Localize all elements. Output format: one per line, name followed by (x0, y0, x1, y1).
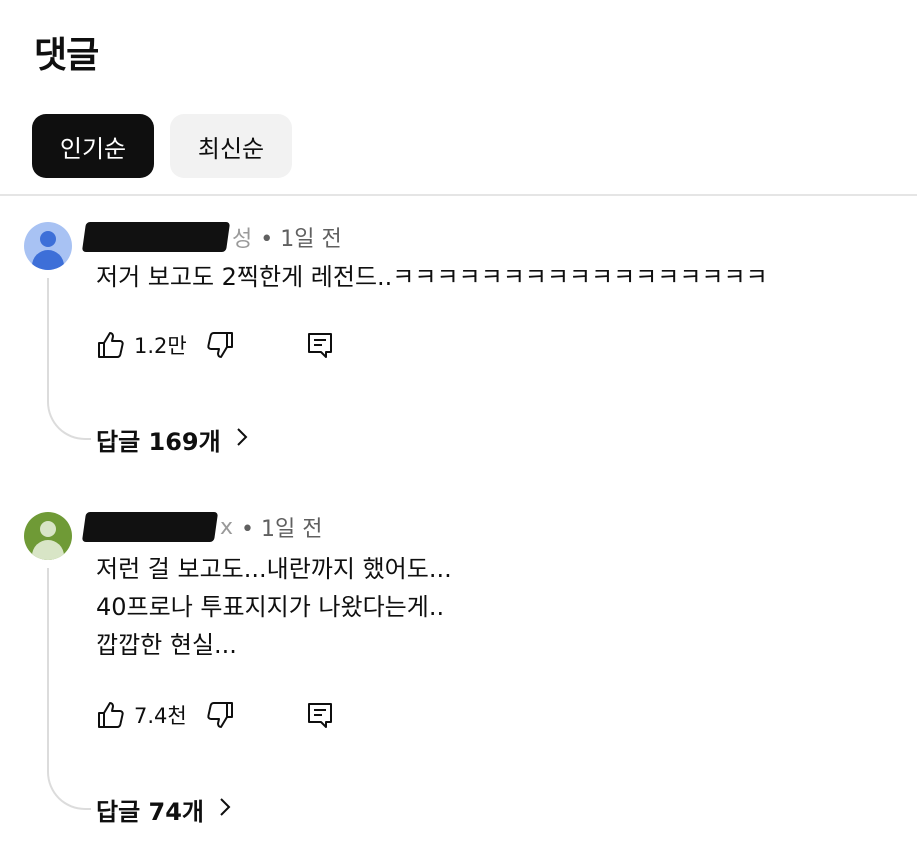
thumbs-down-icon[interactable] (205, 330, 235, 360)
avatar[interactable] (24, 512, 72, 560)
comment-meta: 성 • 1일 전 (81, 221, 342, 253)
comment-icon[interactable] (305, 700, 335, 730)
replies-label: 답글 169개 (96, 428, 221, 456)
thumbs-up-icon[interactable] (96, 700, 126, 730)
like-count: 7.4천 (134, 704, 187, 728)
redacted-author (81, 222, 231, 252)
view-replies-button[interactable]: 답글 74개 (96, 792, 232, 827)
comment-actions: 1.2만 (96, 328, 335, 362)
sort-popular-chip[interactable]: 인기순 (32, 114, 154, 178)
timestamp: • 1일 전 (241, 517, 323, 542)
chip-label: 최신순 (197, 134, 265, 163)
chip-label: 인기순 (59, 134, 127, 163)
comment-icon[interactable] (305, 330, 335, 360)
timestamp: • 1일 전 (260, 227, 342, 252)
redacted-author (81, 512, 219, 542)
reply-thread-line (47, 278, 91, 440)
comment-text: 저거 보고도 2찍한게 레전드..ㅋㅋㅋㅋㅋㅋㅋㅋㅋㅋㅋㅋㅋㅋㅋㅋㅋ (96, 263, 768, 291)
avatar[interactable] (24, 222, 72, 270)
page-title: 댓글 (34, 35, 99, 76)
comment-actions: 7.4천 (96, 698, 335, 732)
chevron-right-icon (218, 796, 232, 824)
replies-label: 답글 74개 (96, 798, 204, 826)
author-suffix[interactable]: 성 (232, 221, 252, 253)
sort-newest-chip[interactable]: 최신순 (170, 114, 292, 178)
chevron-right-icon (235, 426, 249, 454)
thumbs-down-icon[interactable] (205, 700, 235, 730)
reply-thread-line (47, 568, 91, 810)
view-replies-button[interactable]: 답글 169개 (96, 422, 249, 457)
author-suffix[interactable]: x (220, 515, 233, 540)
like-count: 1.2만 (134, 334, 187, 358)
comment-text: 저런 걸 보고도...내란까지 했어도... 40프로나 투표지지가 나왔다는게… (96, 555, 452, 659)
divider (0, 194, 917, 196)
comment-meta: x • 1일 전 (81, 512, 323, 542)
thumbs-up-icon[interactable] (96, 330, 126, 360)
